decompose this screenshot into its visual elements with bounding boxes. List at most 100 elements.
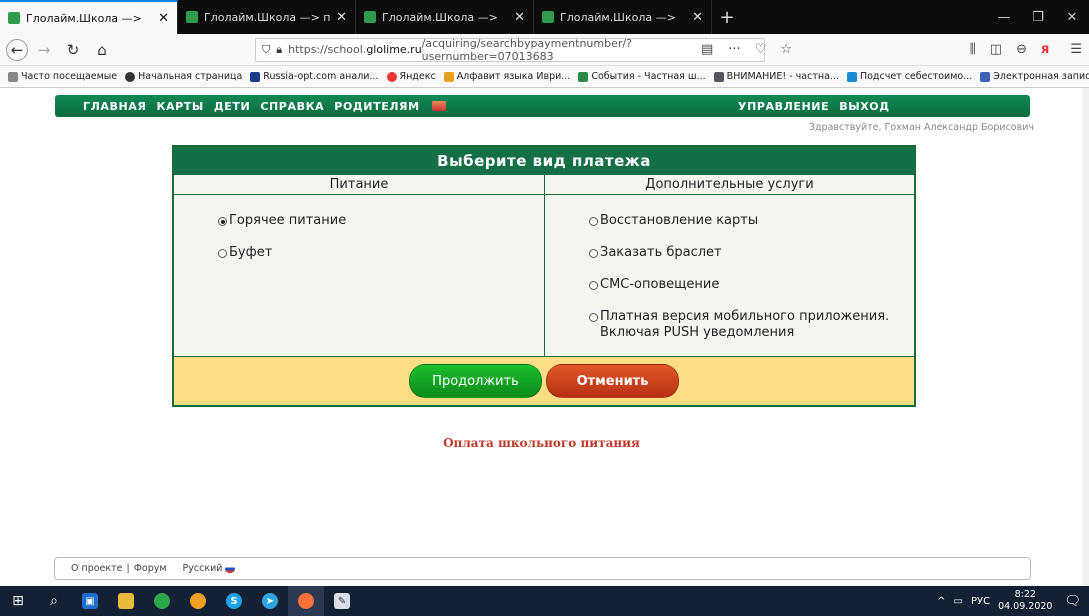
system-tray: ^ ▭ РУС 8:22 04.09.2020 🗨︎	[937, 586, 1089, 616]
nav-logout[interactable]: ВЫХОД	[839, 100, 889, 113]
option-buffet[interactable]: Буфет	[218, 245, 544, 261]
radio[interactable]	[589, 281, 598, 290]
option-paid-app[interactable]: Платная версия мобильного приложения. Вк…	[589, 309, 899, 341]
radio[interactable]	[218, 249, 227, 258]
option-sms-notify[interactable]: СМС-оповещение	[589, 277, 914, 293]
tray-chevron-icon[interactable]: ^	[937, 596, 945, 607]
library-icon[interactable]: ⫼	[970, 42, 976, 57]
site-favicon-icon	[186, 11, 198, 23]
skype-icon[interactable]: S	[216, 586, 252, 616]
firefox-icon[interactable]	[288, 586, 324, 616]
forward-icon[interactable]: →	[31, 37, 57, 63]
bookmark-item[interactable]: Электронная запись ...	[980, 71, 1089, 82]
column-header-extra-services: Дополнительные услуги	[645, 177, 814, 192]
telegram-icon[interactable]: ➤	[252, 586, 288, 616]
bookmark-item[interactable]: Часто посещаемые	[8, 71, 117, 82]
bookmark-item[interactable]: Яндекс	[386, 71, 436, 82]
nav-home[interactable]: ГЛАВНАЯ	[83, 100, 146, 113]
bookmark-item[interactable]: Подсчет себестоимо...	[846, 71, 973, 82]
url-bar[interactable]: ⛉ 🔒︎ https://school. glolime.ru/acquiring…	[255, 37, 765, 63]
bookmark-item[interactable]: События - Частная ш...	[578, 71, 706, 82]
radio[interactable]	[589, 249, 598, 258]
yandex-favicon-icon	[386, 71, 397, 82]
site-favicon-icon	[364, 11, 376, 23]
nav-management[interactable]: УПРАВЛЕНИЕ	[738, 100, 829, 113]
network-icon[interactable]: ▭	[954, 596, 963, 607]
close-tab-icon[interactable]: ✕	[336, 10, 347, 25]
nav-cards[interactable]: КАРТЫ	[156, 100, 203, 113]
sidebar-icon[interactable]: ◫	[990, 42, 1002, 57]
payment-subtitle: Оплата школьного питания	[443, 436, 640, 450]
bookmark-label: Начальная страница	[138, 71, 243, 82]
bookmark-star-icon[interactable]: ☆	[780, 42, 792, 57]
browser-tab-4[interactable]: Глолайм.Школа —> ✕	[534, 0, 712, 34]
bookmark-item[interactable]: ВНИМАНИЕ! - частна...	[713, 71, 839, 82]
option-hot-meals[interactable]: Горячее питание	[218, 213, 544, 229]
bookmark-label: ВНИМАНИЕ! - частна...	[726, 71, 839, 82]
footer-about-link[interactable]: О проекте	[71, 563, 123, 574]
reader-view-icon[interactable]: ▤	[701, 42, 713, 57]
reload-icon[interactable]: ↻	[60, 37, 86, 63]
language-selector[interactable]: Русский	[183, 563, 236, 574]
food-options: Горячее питание Буфет	[174, 195, 545, 356]
new-tab-icon[interactable]: +	[712, 0, 742, 34]
restore-icon[interactable]: ❐	[1021, 0, 1055, 34]
bookmark-label: Яндекс	[399, 71, 436, 82]
radio[interactable]	[589, 217, 598, 226]
browser-tab-1[interactable]: Глолайм.Школа —> ✕	[0, 0, 178, 34]
bookmark-item[interactable]: Начальная страница	[125, 71, 242, 82]
nav-help[interactable]: СПРАВКА	[260, 100, 324, 113]
bookmark-item[interactable]: Russia-opt.com анали...	[250, 71, 379, 82]
task-view-icon[interactable]: ▣	[72, 586, 108, 616]
notifications-icon[interactable]: 🗨︎	[1064, 594, 1081, 609]
back-icon[interactable]: ←	[6, 38, 28, 61]
radio-selected[interactable]	[218, 217, 227, 226]
bookmark-favicon-icon	[578, 71, 589, 82]
browser-tab-3[interactable]: Глолайм.Школа —> ✕	[356, 0, 534, 34]
close-tab-icon[interactable]: ✕	[158, 11, 169, 26]
close-tab-icon[interactable]: ✕	[514, 10, 525, 25]
search-icon[interactable]: ⌕	[36, 586, 72, 616]
close-window-icon[interactable]: ✕	[1055, 0, 1089, 34]
page-actions-icon[interactable]: ···	[728, 42, 740, 57]
account-icon[interactable]: ⊖	[1016, 42, 1027, 57]
tab-title: Глолайм.Школа —>	[560, 10, 676, 24]
notepad-icon[interactable]: ✎	[324, 586, 360, 616]
bookmark-label: Алфавит языка Иври...	[456, 71, 571, 82]
file-explorer-icon[interactable]	[108, 586, 144, 616]
bookmark-label: Подсчет себестоимо...	[859, 71, 973, 82]
radio[interactable]	[589, 313, 598, 322]
option-card-restore[interactable]: Восстановление карты	[589, 213, 914, 229]
bookmark-favicon-icon	[980, 71, 991, 82]
action-row: Продолжить Отменить	[174, 357, 914, 405]
clock-date: 04.09.2020	[998, 601, 1053, 612]
close-tab-icon[interactable]: ✕	[692, 10, 703, 25]
bookmark-favicon-icon	[443, 71, 454, 82]
payment-type-panel: Выберите вид платежа Питание Дополнитель…	[172, 145, 916, 407]
pocket-icon[interactable]: ♡	[755, 42, 767, 57]
menu-icon[interactable]: ☰	[1070, 42, 1082, 57]
input-language[interactable]: РУС	[971, 596, 990, 607]
footer-forum-link[interactable]: Форум	[134, 563, 167, 574]
lock-icon[interactable]: 🔒︎	[276, 43, 282, 57]
browser-tab-bar: Глолайм.Школа —> ✕ Глолайм.Школа —> поль…	[0, 0, 1089, 34]
nav-parents[interactable]: РОДИТЕЛЯМ	[334, 100, 419, 113]
app-icon[interactable]	[180, 586, 216, 616]
chrome-icon[interactable]	[144, 586, 180, 616]
nav-children[interactable]: ДЕТИ	[214, 100, 250, 113]
option-order-bracelet[interactable]: Заказать браслет	[589, 245, 914, 261]
browser-tab-2[interactable]: Глолайм.Школа —> пользов ✕	[178, 0, 356, 34]
yandex-icon[interactable]: я	[1041, 42, 1049, 57]
page-scrollbar[interactable]	[1083, 88, 1089, 586]
clock[interactable]: 8:22 04.09.2020	[998, 589, 1052, 613]
windows-start-icon[interactable]: ⊞	[0, 586, 36, 616]
home-icon[interactable]: ⌂	[89, 37, 115, 63]
option-label: Горячее питание	[229, 213, 347, 228]
bookmark-item[interactable]: Алфавит языка Иври...	[443, 71, 571, 82]
russian-flag-icon	[225, 564, 236, 573]
cancel-button[interactable]: Отменить	[546, 364, 679, 398]
shield-icon[interactable]: ⛉	[262, 43, 270, 57]
bookmark-label: Электронная запись ...	[993, 71, 1089, 82]
continue-button[interactable]: Продолжить	[409, 364, 542, 398]
minimize-icon[interactable]: —	[987, 0, 1021, 34]
